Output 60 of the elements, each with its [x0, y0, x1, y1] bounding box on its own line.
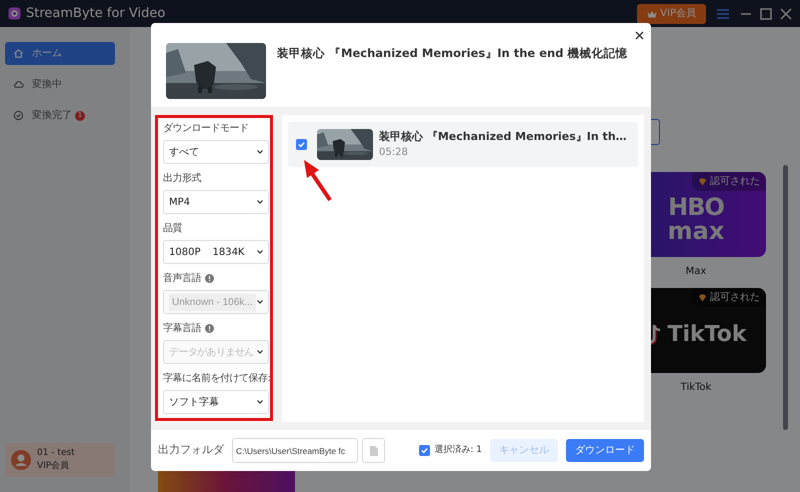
checkbox[interactable]	[296, 139, 307, 150]
chevron-down-icon	[256, 148, 264, 156]
arrow-icon	[301, 158, 333, 202]
option-select[interactable]: ソフト字幕	[163, 390, 269, 414]
chevron-down-icon	[256, 348, 264, 356]
home-icon	[13, 48, 24, 59]
app-logo-icon	[8, 7, 21, 20]
option-label: ダウンロードモード	[163, 122, 248, 136]
option-label: 字幕言語	[163, 322, 201, 336]
avatar-icon	[11, 450, 31, 470]
selected-count: 選択済み: 1	[434, 444, 482, 457]
vip-button[interactable]: VIP会員	[637, 4, 706, 24]
service-name: Max	[686, 265, 706, 279]
select-placeholder: データがありません	[169, 346, 254, 360]
user-card[interactable]: 01 - test VIP会員	[5, 443, 115, 477]
diamond-icon	[698, 178, 707, 186]
option-label: 字幕に名前を付けて保存:	[163, 372, 270, 386]
user-name: 01 - test	[37, 447, 75, 460]
user-plan: VIP会員	[37, 460, 70, 473]
diamond-icon	[698, 294, 707, 302]
chevron-down-icon	[256, 248, 264, 256]
close-icon	[634, 30, 644, 40]
sidebar-item[interactable]: ホーム	[5, 42, 115, 65]
video-row[interactable]: 装甲核心 『Mechanized Memories』In th… 05:28	[288, 122, 638, 167]
service-name: TikTok	[680, 381, 712, 395]
video-title: 装甲核心 『Mechanized Memories』In th…	[379, 128, 627, 145]
maximize-icon[interactable]	[760, 8, 772, 20]
app-title: StreamByte for Video	[26, 4, 166, 23]
badge-text: 認可された	[710, 290, 760, 305]
option-label: 音声言語	[163, 272, 201, 286]
select-value: MP4	[169, 196, 190, 210]
download-button[interactable]: ダウンロード	[566, 439, 644, 462]
select-value: すべて	[169, 146, 199, 160]
select-value: ソフト字幕	[169, 396, 219, 410]
option-label: 出力形式	[163, 172, 201, 186]
output-folder-label: 出力フォルダ	[158, 442, 224, 458]
video-duration: 05:28	[379, 146, 409, 160]
crown-icon	[647, 10, 658, 18]
close-icon[interactable]	[780, 8, 792, 20]
option-label: 品質	[163, 222, 182, 236]
select-value: 1834K	[212, 246, 244, 260]
chevron-down-icon	[256, 198, 264, 206]
option-select[interactable]: 1080P 1834K	[163, 240, 269, 264]
badge-text: 認可された	[710, 174, 760, 189]
output-folder-field[interactable]: C:\Users\User\StreamByte fc	[232, 438, 358, 463]
chevron-down-icon	[256, 398, 264, 406]
video-title: 装甲核心 『Mechanized Memories』In the end 機械化記憶	[277, 45, 628, 62]
logo-text: HBO	[668, 194, 724, 218]
option-select[interactable]: MP4	[163, 190, 269, 214]
select-value: 1080P	[169, 246, 200, 260]
logo-text: max	[668, 218, 724, 242]
file-icon	[368, 444, 378, 456]
cloud-icon	[13, 79, 24, 90]
select-value: Unknown - 106k...	[169, 294, 256, 310]
check-circle-icon	[13, 110, 24, 121]
logo-text: TikTok	[667, 321, 746, 349]
checkbox[interactable]	[419, 445, 430, 456]
option-select[interactable]: すべて	[163, 140, 269, 164]
chevron-down-icon	[256, 298, 264, 306]
sidebar-item[interactable]: 変換中	[5, 73, 115, 96]
